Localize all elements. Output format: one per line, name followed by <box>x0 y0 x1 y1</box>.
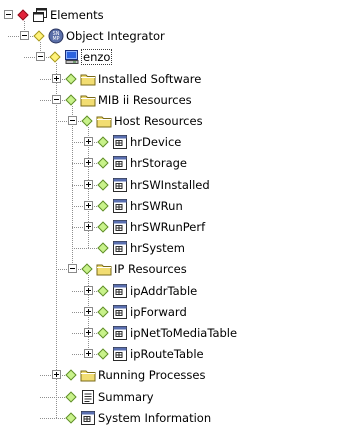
tree-node-hrswrun[interactable]: hrSWRun <box>0 196 346 216</box>
status-diamond-icon <box>17 9 29 21</box>
tree-node-label[interactable]: Host Resources <box>114 114 203 128</box>
status-diamond-icon <box>81 115 93 127</box>
status-diamond-icon <box>97 284 109 297</box>
table-icon <box>112 346 128 362</box>
tree-node-label[interactable]: hrSWRun <box>130 199 183 213</box>
folder-icon <box>80 71 96 87</box>
expand-toggle-icon[interactable] <box>84 328 93 337</box>
tree-node-object-integrator[interactable]: SN MP Object Integrator <box>0 26 346 46</box>
tree-node-ip-resources[interactable]: IP Resources <box>0 259 346 279</box>
status-diamond-icon <box>97 178 109 191</box>
status-diamond-icon <box>65 369 77 382</box>
tree-node-label[interactable]: Installed Software <box>98 72 201 86</box>
tree-node-label[interactable]: Object Integrator <box>66 29 165 43</box>
tree-node-label[interactable]: hrSystem <box>130 241 185 255</box>
table-icon <box>112 240 128 256</box>
expand-toggle-icon[interactable] <box>52 370 61 380</box>
status-diamond-icon <box>97 200 109 212</box>
collapse-toggle-icon[interactable] <box>20 31 29 41</box>
tree-node-label[interactable]: ipAddrTable <box>130 284 197 298</box>
expand-toggle-icon[interactable] <box>84 222 93 231</box>
tree-node-hrstorage[interactable]: hrStorage <box>0 153 346 173</box>
collapse-toggle-icon[interactable] <box>36 52 45 62</box>
status-diamond-icon <box>65 390 77 403</box>
tree-node-label[interactable]: enzo <box>81 49 113 66</box>
status-diamond-icon <box>65 412 77 424</box>
tree-node-label[interactable]: System Information <box>98 411 211 425</box>
expand-toggle-icon[interactable] <box>84 349 93 359</box>
tree-node-hrdevice[interactable]: hrDevice <box>0 132 346 152</box>
status-diamond-icon <box>65 94 77 106</box>
tree-node-label[interactable]: hrSWInstalled <box>130 178 210 192</box>
elements-tree: Elements SN MP Object Integrator enzo Install… <box>0 0 346 440</box>
status-diamond-icon <box>81 263 93 276</box>
tree-node-label[interactable]: IP Resources <box>114 262 187 276</box>
expand-toggle-icon[interactable] <box>84 158 93 168</box>
folder-icon <box>96 113 112 129</box>
status-diamond-icon <box>97 306 109 318</box>
table-icon <box>112 177 128 193</box>
table-icon <box>112 134 128 150</box>
status-diamond-icon <box>97 242 109 254</box>
window-icon <box>32 7 48 23</box>
tree-node-enzo[interactable]: enzo <box>0 47 346 67</box>
status-diamond-icon <box>49 51 61 64</box>
tree-node-label[interactable]: ipNetToMediaTable <box>130 326 237 340</box>
table-icon <box>112 304 128 320</box>
expand-toggle-icon[interactable] <box>84 285 93 295</box>
folder-icon <box>80 92 96 108</box>
expand-toggle-icon[interactable] <box>84 200 93 210</box>
folder-icon <box>96 261 112 277</box>
tree-node-ipforward[interactable]: ipForward <box>0 302 346 322</box>
table-icon <box>112 325 128 341</box>
collapse-toggle-icon[interactable] <box>4 10 13 19</box>
svg-text:MP: MP <box>52 36 59 42</box>
tree-node-label[interactable]: hrSWRunPerf <box>130 220 205 234</box>
tree-node-system-information[interactable]: System Information <box>0 408 346 428</box>
tree-node-label[interactable]: hrDevice <box>130 135 181 149</box>
collapse-toggle-icon[interactable] <box>68 264 77 274</box>
tree-node-ipnettomediatable[interactable]: ipNetToMediaTable <box>0 323 346 343</box>
tree-node-iproutetable[interactable]: ipRouteTable <box>0 344 346 364</box>
tree-node-hrswrunperf[interactable]: hrSWRunPerf <box>0 217 346 237</box>
tree-node-hrsystem[interactable]: hrSystem <box>0 238 346 258</box>
status-diamond-icon <box>97 136 109 148</box>
tree-node-elements[interactable]: Elements <box>0 5 346 25</box>
tree-node-ipaddrtable[interactable]: ipAddrTable <box>0 281 346 301</box>
status-diamond-icon <box>97 157 109 170</box>
tree-node-installed-software[interactable]: Installed Software <box>0 69 346 89</box>
expand-toggle-icon[interactable] <box>84 179 93 189</box>
table-icon <box>112 219 128 235</box>
status-diamond-icon <box>65 72 77 85</box>
document-icon <box>80 389 96 405</box>
expand-toggle-icon[interactable] <box>84 306 93 316</box>
computer-icon <box>64 49 80 65</box>
status-diamond-icon <box>97 221 109 233</box>
table-icon <box>112 283 128 299</box>
tree-node-label[interactable]: MIB ii Resources <box>98 93 192 107</box>
table-icon <box>112 155 128 171</box>
table-icon <box>80 410 96 426</box>
collapse-toggle-icon[interactable] <box>68 116 77 125</box>
status-diamond-icon <box>97 348 109 360</box>
collapse-toggle-icon[interactable] <box>52 94 61 104</box>
status-diamond-icon <box>97 327 109 339</box>
tree-node-label[interactable]: Running Processes <box>98 368 205 382</box>
table-icon <box>112 198 128 214</box>
tree-node-hrswinstalled[interactable]: hrSWInstalled <box>0 175 346 195</box>
tree-node-label[interactable]: ipForward <box>130 305 187 319</box>
tree-node-label[interactable]: ipRouteTable <box>130 347 204 361</box>
tree-node-summary[interactable]: Summary <box>0 387 346 407</box>
status-diamond-icon <box>33 30 45 42</box>
tree-node-label[interactable]: Elements <box>50 8 104 22</box>
expand-toggle-icon[interactable] <box>84 137 93 147</box>
tree-node-host-resources[interactable]: Host Resources <box>0 111 346 131</box>
folder-icon <box>80 367 96 383</box>
tree-node-mib-ii-resources[interactable]: MIB ii Resources <box>0 90 346 110</box>
tree-node-label[interactable]: Summary <box>98 390 154 404</box>
expand-toggle-icon[interactable] <box>52 73 61 83</box>
tree-node-label[interactable]: hrStorage <box>130 156 187 170</box>
tree-node-running-processes[interactable]: Running Processes <box>0 365 346 385</box>
snmp-icon: SN MP <box>48 28 64 44</box>
